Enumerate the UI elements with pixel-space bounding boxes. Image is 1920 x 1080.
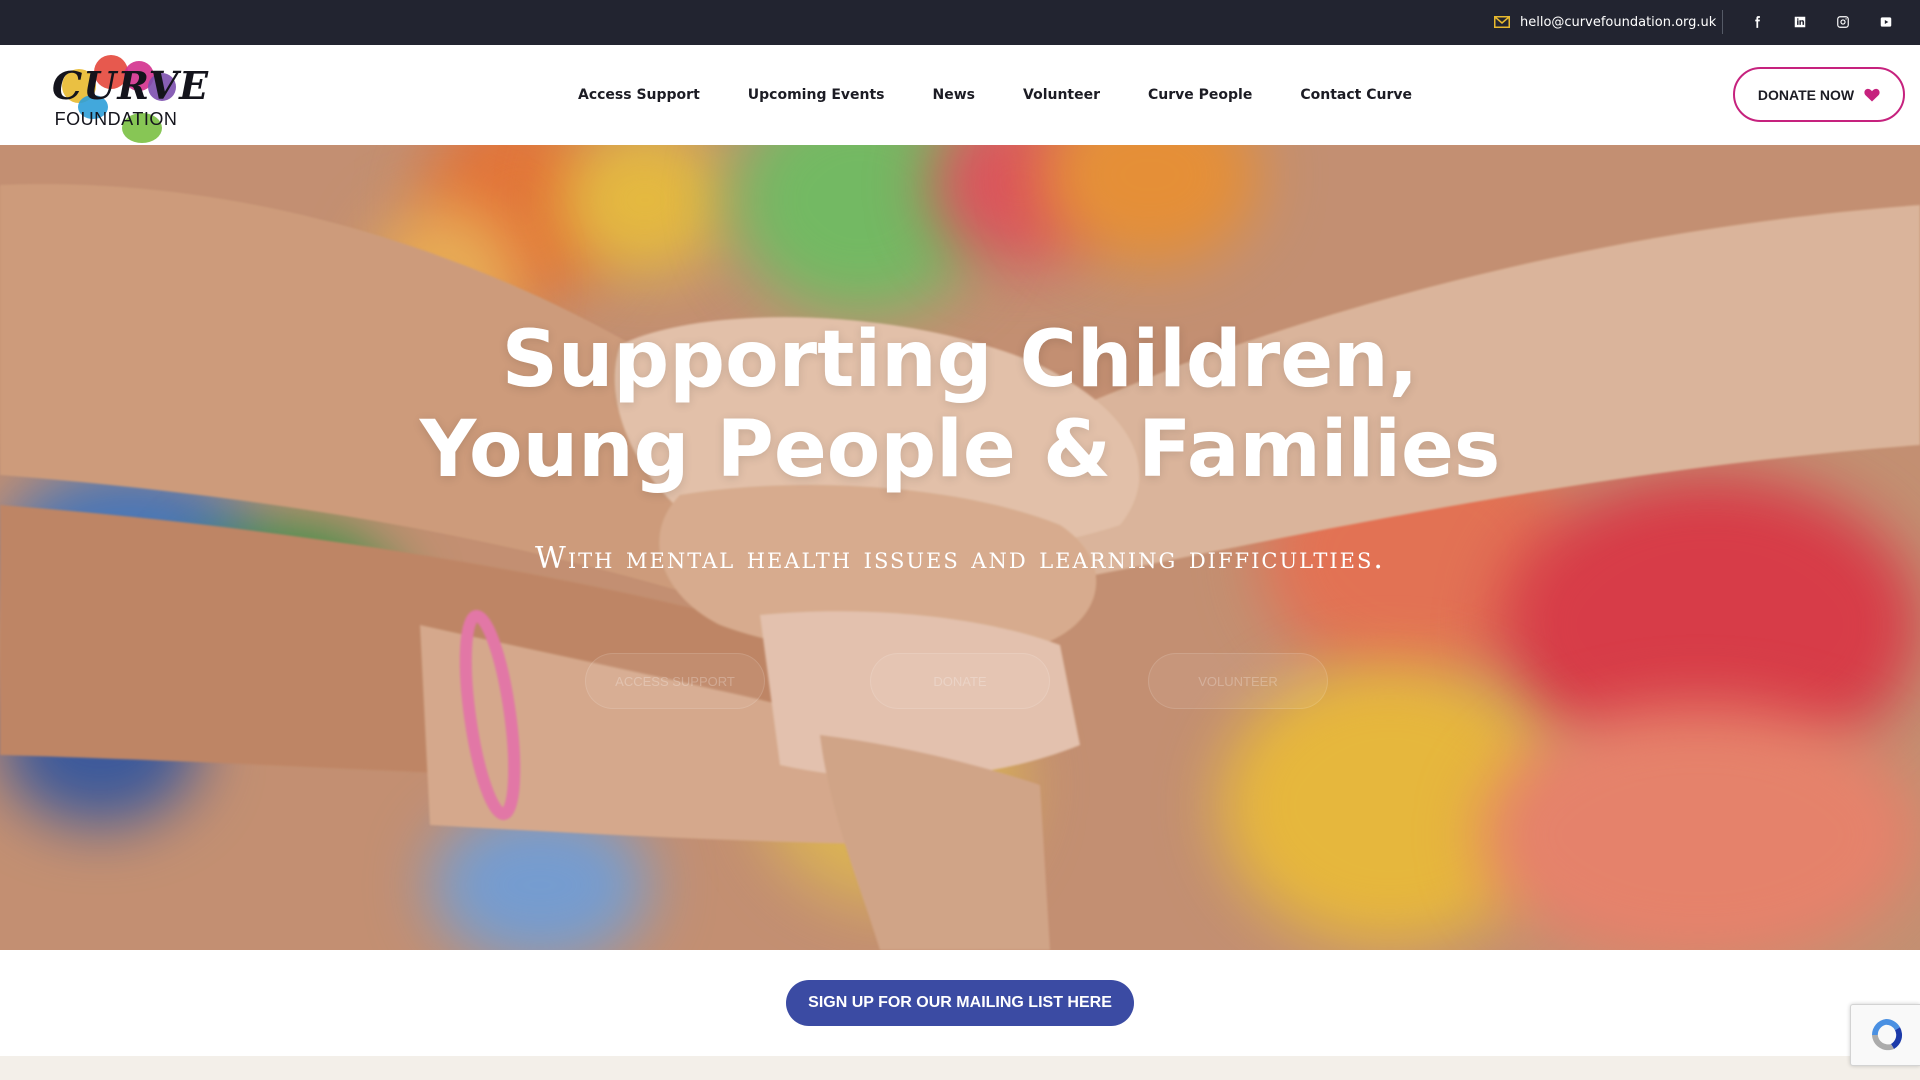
hero-banner: Supporting Children, Young People & Fami…: [0, 145, 1920, 950]
nav-curve-people[interactable]: Curve People: [1124, 87, 1276, 103]
main-nav: Access Support Upcoming Events News Volu…: [554, 45, 1436, 145]
donate-now-label: DONATE NOW: [1757, 86, 1855, 103]
heart-icon: [1864, 88, 1880, 101]
site-header: CURVE FOUNDATION Access Support Upcoming…: [0, 45, 1920, 145]
hero-buttons: ACCESS SUPPORT DONATE VOLUNTEER: [0, 653, 1920, 709]
next-section-strip: [0, 1056, 1920, 1080]
nav-volunteer[interactable]: Volunteer: [999, 87, 1124, 103]
nav-upcoming-events[interactable]: Upcoming Events: [724, 87, 909, 103]
email-text: hello@curvefoundation.org.uk: [1520, 14, 1717, 30]
nav-contact-curve[interactable]: Contact Curve: [1276, 87, 1436, 103]
nav-access-support[interactable]: Access Support: [554, 87, 724, 103]
youtube-icon[interactable]: [1875, 11, 1897, 33]
logo-word-foundation: FOUNDATION: [54, 109, 178, 129]
hero-subtitle: With mental health issues and learning d…: [535, 541, 1385, 576]
hero-title-line-2: Young People & Families: [419, 405, 1501, 495]
instagram-icon[interactable]: [1832, 11, 1854, 33]
hero-title-line-1: Supporting Children,: [501, 315, 1419, 405]
nav-news[interactable]: News: [909, 87, 999, 103]
hero-donate-button[interactable]: DONATE: [870, 653, 1050, 709]
recaptcha-badge[interactable]: [1850, 1004, 1920, 1066]
topbar-divider: [1722, 10, 1723, 34]
hero-access-support-button[interactable]: ACCESS SUPPORT: [585, 653, 765, 709]
donate-now-button[interactable]: DONATE NOW: [1733, 67, 1905, 122]
curve-foundation-logo[interactable]: CURVE FOUNDATION: [48, 51, 210, 143]
mailing-section: SIGN UP FOR OUR MAILING LIST HERE: [0, 950, 1920, 1056]
mail-icon: [1494, 16, 1510, 28]
mailing-list-signup-button[interactable]: SIGN UP FOR OUR MAILING LIST HERE: [786, 980, 1134, 1026]
hero-volunteer-button[interactable]: VOLUNTEER: [1148, 653, 1328, 709]
linkedin-icon[interactable]: [1789, 11, 1811, 33]
email-link[interactable]: hello@curvefoundation.org.uk: [1494, 12, 1716, 32]
facebook-icon[interactable]: [1746, 11, 1768, 33]
hero-title: Supporting Children, Young People & Fami…: [0, 315, 1920, 495]
recaptcha-icon: [1871, 1019, 1902, 1051]
top-bar: hello@curvefoundation.org.uk: [0, 0, 1920, 45]
logo-word-curve: CURVE: [52, 63, 210, 108]
